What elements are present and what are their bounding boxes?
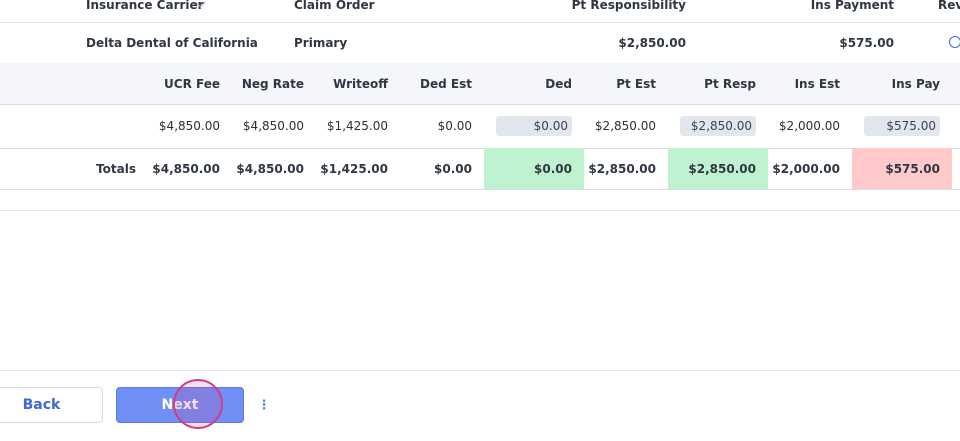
footer-divider: [0, 370, 960, 371]
neg-rate-value: $4,850.00: [242, 119, 304, 133]
section-divider: [0, 210, 960, 211]
header-ucr-fee: UCR Fee: [164, 76, 220, 91]
ded-input[interactable]: $0.00: [496, 104, 572, 148]
click-indicator: [173, 379, 223, 429]
ins-est-value: $2,000.00: [778, 119, 840, 133]
ins-pay-input[interactable]: $575.00: [864, 104, 940, 148]
header-rev: Rev: [938, 0, 960, 12]
writeoff-value: $1,425.00: [326, 119, 388, 133]
header-ded-est: Ded Est: [420, 76, 472, 91]
pt-resp-input-value[interactable]: $2,850.00: [680, 116, 756, 136]
total-ucr-fee: $4,850.00: [152, 161, 220, 176]
totals-row: Totals $4,850.00 $4,850.00 $1,425.00 $0.…: [0, 148, 960, 190]
header-ins-est: Ins Est: [794, 76, 840, 91]
pt-est-value: $2,850.00: [594, 119, 656, 133]
fee-row: $4,850.00 $4,850.00 $1,425.00 $0.00 $0.0…: [0, 104, 960, 149]
header-ins-pay: Ins Pay: [891, 76, 940, 91]
header-pt-est: Pt Est: [616, 76, 656, 91]
more-options-icon[interactable]: ⋮: [256, 396, 272, 414]
fee-table-header: UCR Fee Neg Rate Writeoff Ded Est Ded Pt…: [0, 63, 960, 105]
review-radio-icon[interactable]: [949, 36, 960, 48]
carrier-row[interactable]: Delta Dental of California Primary $2,85…: [0, 22, 960, 64]
header-pt-resp: Pt Resp: [704, 76, 756, 91]
ins-pay-input-value[interactable]: $575.00: [864, 116, 940, 136]
header-ded: Ded: [545, 76, 572, 91]
header-insurance-carrier[interactable]: Insurance Carrier: [86, 0, 204, 22]
pt-resp-input[interactable]: $2,850.00: [680, 104, 756, 148]
claim-order-value: Primary: [294, 35, 348, 50]
total-ded-est: $0.00: [434, 161, 472, 176]
header-ins-payment: Ins Payment: [810, 0, 894, 12]
total-ded: $0.00: [484, 148, 584, 189]
header-writeoff: Writeoff: [333, 76, 388, 91]
total-neg-rate: $4,850.00: [236, 161, 304, 176]
totals-label: Totals: [96, 161, 136, 176]
ins-payment-value: $575.00: [839, 35, 894, 50]
back-button[interactable]: Back: [0, 387, 103, 423]
carrier-table-header: Insurance Carrier Claim Order Pt Respons…: [0, 0, 960, 23]
header-claim-order: Claim Order: [294, 0, 375, 12]
pt-responsibility-value: $2,850.00: [618, 35, 686, 50]
ucr-fee-value: $4,850.00: [158, 119, 220, 133]
total-ins-pay: $575.00: [852, 148, 952, 189]
ded-input-value[interactable]: $0.00: [496, 116, 572, 136]
carrier-name: Delta Dental of California: [86, 35, 258, 50]
total-pt-est: $2,850.00: [588, 161, 656, 176]
total-writeoff: $1,425.00: [320, 161, 388, 176]
header-pt-responsibility: Pt Responsibility: [571, 0, 686, 12]
ded-est-value: $0.00: [437, 119, 472, 133]
header-neg-rate: Neg Rate: [241, 76, 304, 91]
total-ins-est: $2,000.00: [772, 161, 840, 176]
total-pt-resp: $2,850.00: [668, 148, 768, 189]
